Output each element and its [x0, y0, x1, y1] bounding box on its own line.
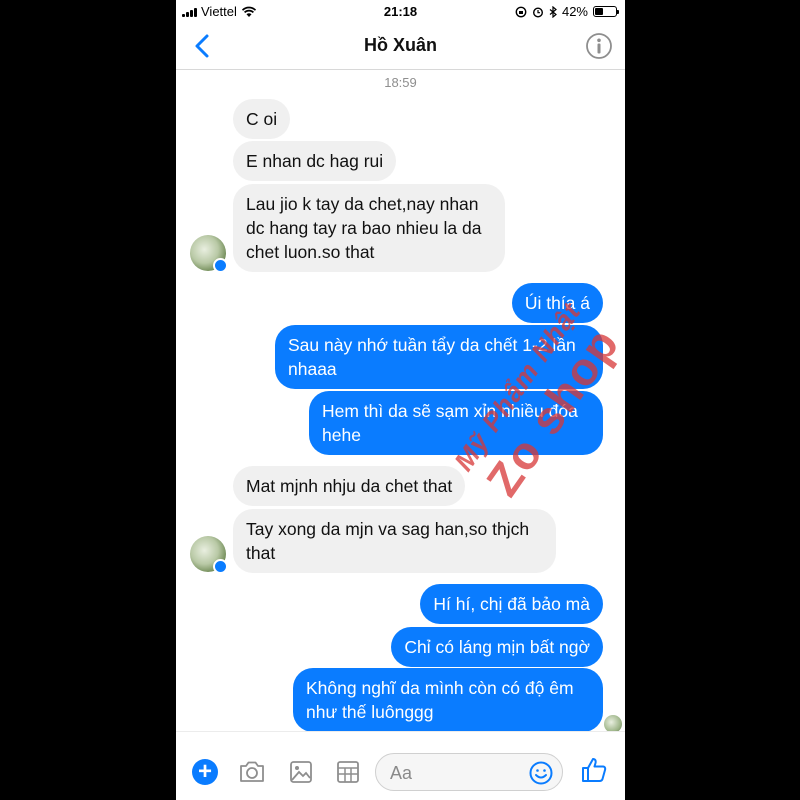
message-bubble-incoming[interactable]: E nhan dc hag rui — [233, 141, 397, 181]
emoji-icon[interactable] — [528, 760, 554, 786]
messenger-screen: Viettel 21:18 42% Hồ Xuân 18:59 C oi E n… — [176, 0, 625, 800]
thumbs-up-icon[interactable] — [580, 756, 608, 784]
status-icons: 42% — [515, 4, 619, 19]
conversation-header: Hồ Xuân — [176, 22, 625, 70]
status-bar: Viettel 21:18 42% — [176, 0, 625, 22]
message-input-box[interactable] — [375, 753, 563, 791]
message-bubble-outgoing[interactable]: Sau này nhớ tuần tẩy da chết 1-2 lần nha… — [275, 325, 603, 389]
grid-icon[interactable] — [335, 759, 361, 785]
message-bubble-outgoing[interactable]: Hem thì da sẽ sạm xỉn nhiều đóa hehe — [309, 391, 603, 455]
battery-percent: 42% — [561, 4, 588, 19]
photo-icon[interactable] — [288, 759, 314, 785]
messenger-badge-icon — [213, 258, 228, 273]
message-bubble-outgoing[interactable]: Chỉ có láng mịn bất ngờ — [391, 627, 603, 667]
messenger-badge-icon — [213, 559, 228, 574]
avatar[interactable] — [190, 235, 228, 273]
message-bubble-incoming[interactable]: Mat mjnh nhju da chet that — [233, 466, 466, 506]
info-icon[interactable] — [585, 32, 613, 60]
camera-icon[interactable] — [238, 759, 266, 785]
message-composer: + — [176, 731, 625, 800]
rotation-lock-icon — [515, 6, 527, 17]
contact-name[interactable]: Hồ Xuân — [176, 35, 625, 56]
message-bubble-outgoing[interactable]: Úi thía á — [511, 283, 603, 323]
avatar[interactable] — [190, 536, 228, 574]
message-bubble-incoming[interactable]: C oi — [233, 99, 291, 139]
plus-icon[interactable]: + — [192, 759, 218, 785]
alarm-icon — [532, 6, 543, 18]
message-timestamp: 18:59 — [384, 75, 417, 90]
message-bubble-incoming[interactable]: Tay xong da mjn va sag han,so thjch that — [233, 509, 556, 573]
message-bubble-incoming[interactable]: Lau jio k tay da chet,nay nhan dc hang t… — [233, 184, 505, 272]
bluetooth-icon — [549, 5, 557, 18]
battery-level — [595, 8, 603, 15]
battery-icon — [593, 6, 619, 17]
message-bubble-outgoing[interactable]: Hí hí, chị đã bảo mà — [420, 584, 603, 624]
message-bubble-outgoing[interactable]: Không nghĩ da mình còn có độ êm như thế … — [293, 668, 603, 732]
message-input[interactable] — [390, 762, 515, 784]
